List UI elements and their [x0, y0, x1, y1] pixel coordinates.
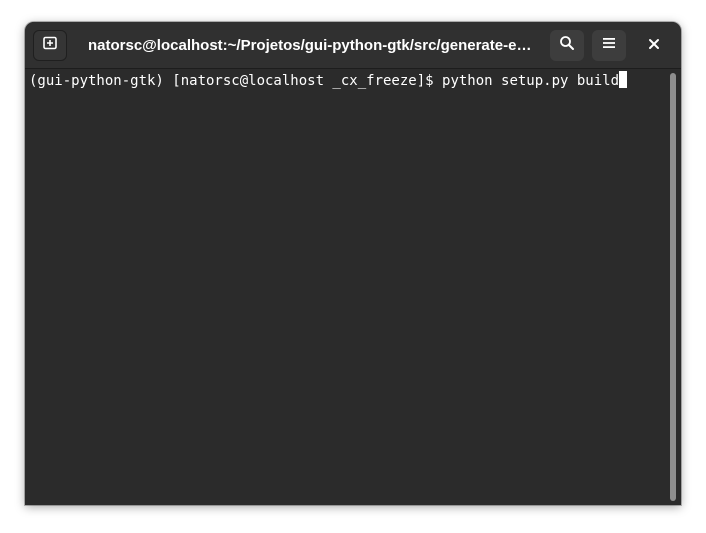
tab-new-icon: [42, 35, 58, 56]
vertical-scrollbar[interactable]: [670, 73, 676, 501]
new-tab-button[interactable]: [33, 30, 67, 61]
shell-prompt: (gui-python-gtk) [natorsc@localhost _cx_…: [29, 73, 443, 89]
close-button[interactable]: [642, 34, 666, 58]
search-icon: [559, 35, 575, 56]
main-menu-button[interactable]: [592, 30, 626, 61]
close-icon: [648, 37, 660, 55]
search-button[interactable]: [550, 30, 584, 61]
command-text: python setup.py build: [442, 73, 620, 89]
terminal-area[interactable]: (gui-python-gtk) [natorsc@localhost _cx_…: [25, 69, 681, 505]
window-title: natorsc@localhost:~/Projetos/gui-python-…: [88, 37, 533, 54]
terminal-window: natorsc@localhost:~/Projetos/gui-python-…: [25, 22, 681, 505]
terminal-line: (gui-python-gtk) [natorsc@localhost _cx_…: [29, 71, 628, 90]
header-bar: natorsc@localhost:~/Projetos/gui-python-…: [25, 22, 681, 69]
hamburger-menu-icon: [602, 36, 616, 55]
text-cursor: [619, 71, 628, 88]
